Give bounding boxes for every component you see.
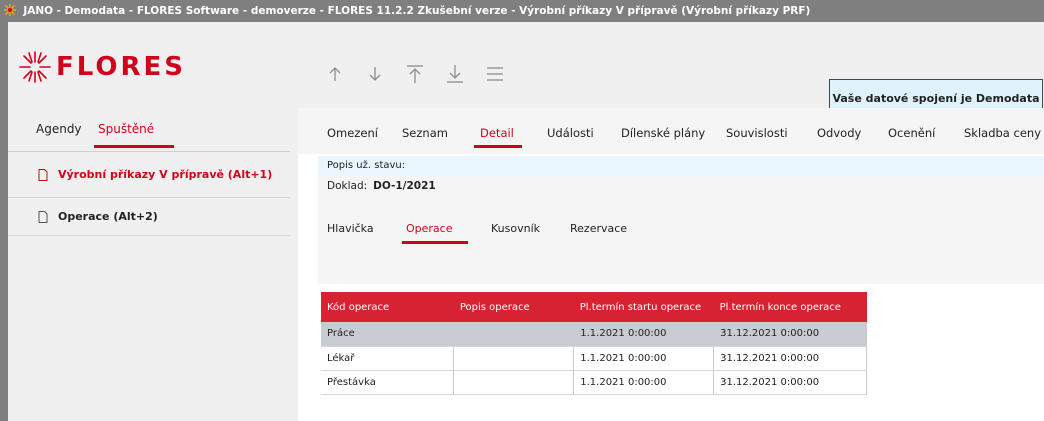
sidebar-tabs: Agendy Spuštěné [8, 108, 290, 152]
tab-omezeni[interactable]: Omezení [327, 126, 378, 140]
subtab-rezervace[interactable]: Rezervace [570, 222, 627, 235]
table-cell[interactable]: 31.12.2021 0:00:00 [713, 322, 867, 347]
table-row[interactable]: Práce 1.1.2021 0:00:00 31.12.2021 0:00:0… [321, 322, 867, 347]
arrow-up-icon[interactable] [324, 62, 346, 86]
main-tabs: Omezení Seznam Detail Události Dílenské … [298, 108, 1044, 154]
column-header-start[interactable]: Pl.termín startu operace [574, 292, 714, 322]
tab-seznam[interactable]: Seznam [402, 126, 448, 140]
move-to-top-icon[interactable] [404, 62, 426, 86]
flores-logo: FLORES [18, 50, 258, 86]
doklad-label: Doklad: [327, 180, 368, 192]
subtab-hlavicka[interactable]: Hlavička [327, 222, 374, 235]
tab-oceneni[interactable]: Ocenění [888, 126, 935, 140]
main-panel: Omezení Seznam Detail Události Dílenské … [298, 108, 1044, 421]
detail-subtabs: Hlavička Operace Kusovník Rezervace [318, 196, 1044, 284]
record-toolbar [324, 62, 506, 86]
operations-table: Kód operace Popis operace Pl.termín star… [321, 292, 867, 395]
table-cell[interactable]: 1.1.2021 0:00:00 [573, 322, 715, 347]
tab-dilenske-plany[interactable]: Dílenské plány [621, 126, 705, 140]
table-row[interactable]: Lékař 1.1.2021 0:00:00 31.12.2021 0:00:0… [321, 346, 867, 371]
flores-logo-text: FLORES [56, 52, 187, 82]
table-cell[interactable] [453, 346, 575, 371]
document-bar: Doklad: DO-1/2021 [318, 176, 1044, 196]
app-icon [4, 4, 16, 16]
sidebar-item-operace[interactable]: Operace (Alt+2) [8, 198, 290, 236]
column-header-popis[interactable]: Popis operace [454, 292, 574, 322]
connection-label: Vaše datové spojení je Demodata [832, 91, 1040, 105]
table-header-row: Kód operace Popis operace Pl.termín star… [321, 292, 867, 322]
tab-detail[interactable]: Detail [480, 126, 514, 140]
active-tab-indicator [474, 145, 522, 148]
arrow-down-icon[interactable] [364, 62, 386, 86]
table-row[interactable]: Přestávka 1.1.2021 0:00:00 31.12.2021 0:… [321, 370, 867, 395]
tab-udalosti[interactable]: Události [547, 126, 594, 140]
active-subtab-indicator [402, 241, 468, 244]
column-header-kod[interactable]: Kód operace [321, 292, 454, 322]
subtab-kusovnik[interactable]: Kusovník [491, 222, 540, 235]
table-cell[interactable]: 31.12.2021 0:00:00 [713, 346, 867, 371]
sidebar-item-vyrobni-prikazy[interactable]: Výrobní příkazy V přípravě (Alt+1) [8, 152, 290, 198]
table-cell[interactable] [453, 370, 575, 395]
table-cell[interactable] [453, 322, 575, 347]
menu-icon[interactable] [484, 62, 506, 86]
window-title: - Demodata - FLORES Software - demoverze… [56, 5, 811, 17]
doklad-value: DO-1/2021 [373, 180, 436, 192]
operations-table-area: Kód operace Popis operace Pl.termín star… [318, 284, 1044, 421]
header: FLORES Vaše datové spojení je Demodata [8, 22, 1044, 117]
tab-skladba-ceny[interactable]: Skladba ceny [964, 126, 1041, 140]
move-to-bottom-icon[interactable] [444, 62, 466, 86]
tab-spustene[interactable]: Spuštěné [98, 122, 154, 136]
document-icon [38, 210, 48, 223]
status-label: Popis už. stavu: [327, 160, 406, 171]
table-cell[interactable]: 1.1.2021 0:00:00 [573, 370, 715, 395]
document-icon [38, 168, 48, 181]
sidebar-item-label: Výrobní příkazy V přípravě (Alt+1) [58, 168, 273, 181]
tab-souvislosti[interactable]: Souvislosti [726, 126, 788, 140]
subtab-operace[interactable]: Operace [406, 222, 453, 235]
table-cell[interactable]: Lékař [321, 346, 455, 371]
sidebar-item-label: Operace (Alt+2) [58, 210, 158, 223]
flores-logo-mark [19, 51, 51, 83]
window-left-border [0, 22, 8, 421]
table-cell[interactable]: Práce [321, 322, 455, 347]
table-cell[interactable]: Přestávka [321, 370, 455, 395]
column-header-konec[interactable]: Pl.termín konce operace [714, 292, 867, 322]
status-description-bar: Popis už. stavu: [318, 156, 1044, 176]
tab-odvody[interactable]: Odvody [817, 126, 861, 140]
table-cell[interactable]: 31.12.2021 0:00:00 [713, 370, 867, 395]
sidebar: Agendy Spuštěné Výrobní příkazy V přípra… [8, 108, 290, 421]
window-titlebar: JANO - Demodata - FLORES Software - demo… [0, 0, 1044, 22]
table-cell[interactable]: 1.1.2021 0:00:00 [573, 346, 715, 371]
active-tab-indicator [94, 145, 174, 148]
window-title-prefix: JANO [23, 5, 54, 17]
tab-agendy[interactable]: Agendy [36, 122, 82, 136]
